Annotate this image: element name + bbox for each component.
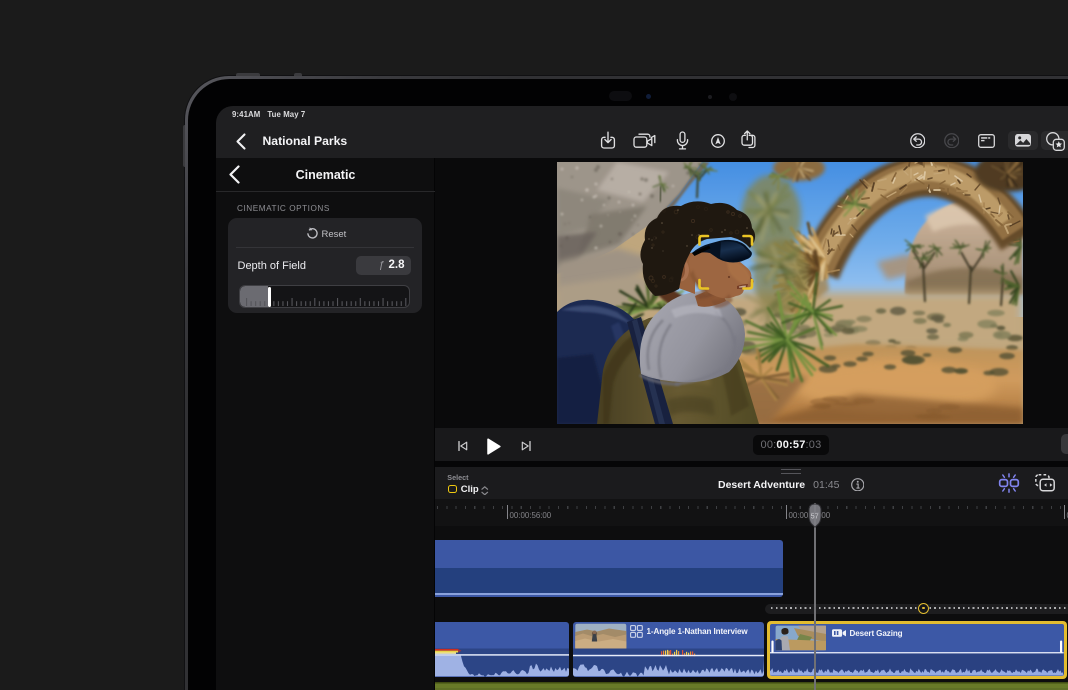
svg-text:1-Angle 1-Nathan Interview: 1-Angle 1-Nathan Interview: [646, 627, 748, 636]
svg-text:57: 57: [811, 512, 819, 521]
svg-text:Desert Gazing: Desert Gazing: [849, 629, 902, 638]
